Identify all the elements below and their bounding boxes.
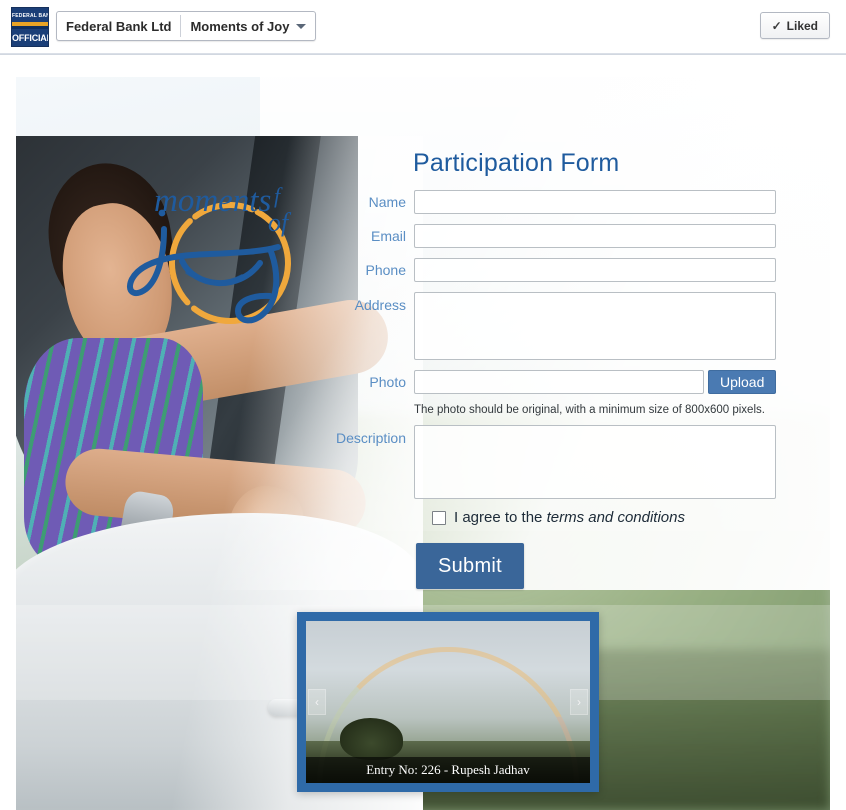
description-textarea[interactable]: [414, 425, 776, 499]
carousel-caption: Entry No: 226 - Rupesh Jadhav: [306, 757, 590, 783]
photo-label: Photo: [369, 374, 406, 390]
chevron-left-icon[interactable]: ‹: [308, 689, 326, 715]
entry-carousel: ‹ › Entry No: 226 - Rupesh Jadhav: [297, 612, 599, 792]
svg-text:of: of: [268, 208, 292, 237]
form-row-photo: Photo Upload: [334, 370, 794, 394]
terms-and-conditions-link[interactable]: terms and conditions: [547, 509, 685, 526]
check-icon: ✓: [771, 18, 782, 33]
svg-text:moments: moments: [154, 183, 271, 219]
page-root: FEDERAL BANK OFFICIAL Federal Bank Ltd M…: [0, 0, 846, 810]
federal-bank-logo-icon[interactable]: FEDERAL BANK OFFICIAL: [11, 7, 49, 47]
address-label: Address: [354, 297, 406, 313]
name-input[interactable]: [414, 190, 776, 214]
submit-button[interactable]: Submit: [416, 543, 524, 589]
carousel-image: ‹ › Entry No: 226 - Rupesh Jadhav: [306, 621, 590, 783]
page-title: Participation Form: [413, 149, 620, 177]
terms-text-prefix: I agree to the: [454, 509, 547, 526]
chevron-right-icon[interactable]: ›: [570, 689, 588, 715]
page-nav-pill: Federal Bank Ltd Moments of Joy: [56, 11, 317, 41]
nav-page-name[interactable]: Federal Bank Ltd: [57, 12, 180, 40]
form-row-address: Address: [334, 292, 794, 360]
email-label: Email: [370, 228, 406, 244]
liked-button[interactable]: ✓ Liked: [759, 12, 830, 39]
nav-tab-label: Moments of Joy: [190, 18, 290, 34]
phone-label: Phone: [365, 262, 406, 278]
terms-row: I agree to the terms and conditions: [432, 509, 794, 526]
carousel-tree: [340, 718, 403, 761]
form-row-name: Name: [334, 190, 794, 214]
topbar-divider: [0, 53, 846, 55]
form-row-phone: Phone: [334, 258, 794, 282]
photo-controls: Upload: [414, 370, 777, 394]
photo-input[interactable]: [414, 370, 704, 394]
svg-text:f: f: [274, 183, 283, 208]
terms-checkbox[interactable]: [432, 510, 446, 525]
description-label: Description: [335, 430, 406, 446]
chevron-down-icon: [296, 23, 307, 29]
participation-form: Participation Form Name Email Phone Addr…: [334, 149, 794, 589]
form-row-email: Email: [334, 224, 794, 248]
logo-stripe-blue: [12, 26, 48, 29]
logo-line1: FEDERAL BANK: [12, 13, 48, 19]
phone-input[interactable]: [414, 258, 776, 282]
app-canvas: moments f of Participation Form Name Ema…: [16, 77, 830, 810]
upload-button[interactable]: Upload: [708, 370, 777, 394]
photo-hint-text: The photo should be original, with a min…: [414, 404, 765, 416]
facebook-topbar: FEDERAL BANK OFFICIAL Federal Bank Ltd M…: [0, 0, 846, 55]
terms-label: I agree to the terms and conditions: [454, 509, 685, 526]
nav-tab-moments-of-joy[interactable]: Moments of Joy: [181, 12, 315, 40]
email-input[interactable]: [414, 224, 776, 248]
form-row-description: Description: [334, 425, 794, 499]
liked-button-label: Liked: [786, 18, 818, 33]
logo-line2: OFFICIAL: [12, 33, 49, 43]
name-label: Name: [368, 194, 406, 210]
address-textarea[interactable]: [414, 292, 776, 360]
moments-of-joy-logo: moments f of: [120, 165, 330, 335]
